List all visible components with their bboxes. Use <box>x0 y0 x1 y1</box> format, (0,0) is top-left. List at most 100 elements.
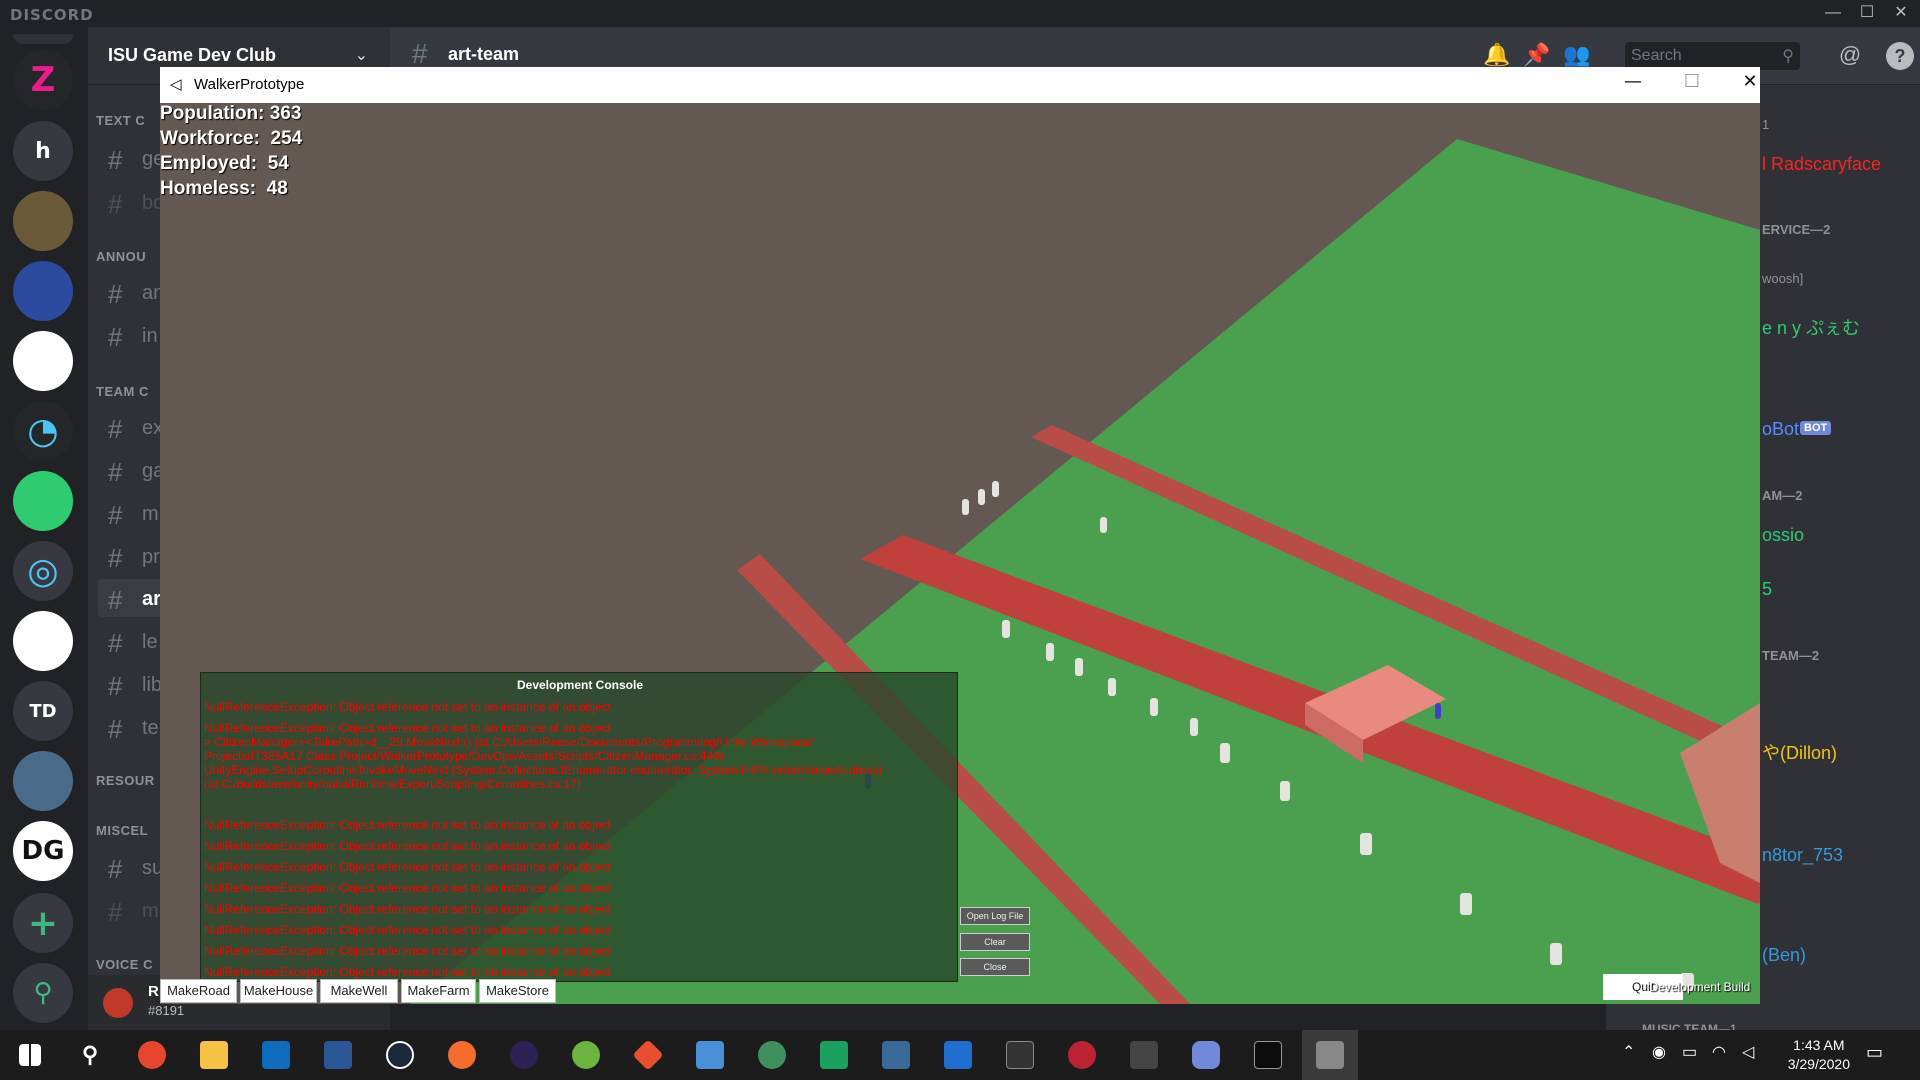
battery-icon[interactable]: ▭ <box>1682 1042 1697 1062</box>
sql-icon[interactable] <box>992 1030 1048 1080</box>
make-road-button[interactable]: MakeRoad <box>160 979 237 1003</box>
volume-icon[interactable]: ◁ <box>1742 1042 1754 1062</box>
chevron-down-icon[interactable]: ⌄ <box>355 45 368 65</box>
open-log-file-button[interactable]: Open Log File <box>960 907 1030 925</box>
category-resources[interactable]: RESOUR <box>96 773 155 788</box>
member-name[interactable]: 5 <box>1762 579 1772 600</box>
member-name[interactable]: (Ben) <box>1762 945 1806 966</box>
hud-workforce: Workforce: 254 <box>160 128 303 149</box>
pin-icon[interactable]: 📌 <box>1523 42 1551 70</box>
app-green-icon[interactable] <box>806 1030 862 1080</box>
server-icon-fml[interactable] <box>13 331 73 391</box>
network-globe-icon[interactable] <box>744 1030 800 1080</box>
git-icon[interactable] <box>620 1030 676 1080</box>
notepad-icon[interactable] <box>930 1030 986 1080</box>
server-icon-h[interactable]: h <box>13 121 73 181</box>
windows-taskbar: ⚲ ⌃ ◉ ▭ ◠ ◁ 1:43 AM 3/29/2020 ▭ <box>0 1030 1920 1080</box>
close-icon[interactable]: ✕ <box>1884 0 1918 27</box>
make-house-button[interactable]: MakeHouse <box>240 979 317 1003</box>
origin-icon[interactable] <box>434 1030 490 1080</box>
windows-start-icon[interactable] <box>2 1030 58 1080</box>
category-misc[interactable]: MISCEL <box>96 823 148 838</box>
hash-icon: # <box>108 322 123 352</box>
server-name: ISU Game Dev Club <box>108 45 277 65</box>
notifications-icon[interactable]: ▭ <box>1866 1042 1883 1063</box>
discord-tray-icon[interactable]: ◉ <box>1652 1042 1666 1062</box>
close-console-button[interactable]: Close <box>960 958 1030 976</box>
category-announcements[interactable]: ANNOU <box>96 249 146 264</box>
server-icon[interactable] <box>13 34 73 44</box>
member-count: 1 <box>1762 117 1770 132</box>
wall-post <box>992 481 999 497</box>
hash-icon: # <box>108 145 123 175</box>
server-icon-ring[interactable]: ◔ <box>13 401 73 461</box>
minimize-icon[interactable]: — <box>1610 71 1656 99</box>
hash-icon: # <box>108 279 123 309</box>
server-icon-dg[interactable]: DG <box>13 821 73 881</box>
server-icon-gamejam[interactable] <box>13 261 73 321</box>
user-tag: #8191 <box>148 1003 185 1018</box>
make-farm-button[interactable]: MakeFarm <box>401 979 476 1003</box>
maximize-icon[interactable]: ☐ <box>1850 0 1884 27</box>
make-well-button[interactable]: MakeWell <box>320 979 398 1003</box>
game-window: ◁ WalkerPrototype — ☐ ✕ Population: 363 … <box>160 67 1760 1004</box>
web-icon[interactable] <box>1054 1030 1110 1080</box>
unity-icon[interactable] <box>1116 1030 1172 1080</box>
server-icon-photo[interactable] <box>13 751 73 811</box>
server-icon-green[interactable] <box>13 471 73 531</box>
desktop: DISCORD — ☐ ✕ Z h ◔ ◎ TD DG + ⚲ ISU Game… <box>0 0 1920 1080</box>
avatar[interactable] <box>103 988 133 1018</box>
member-name[interactable]: l Radscaryface <box>1762 154 1881 175</box>
server-list: Z h ◔ ◎ TD DG + ⚲ <box>0 27 88 1030</box>
bell-icon[interactable]: 🔔 <box>1483 42 1511 70</box>
make-store-button[interactable]: MakeStore <box>479 979 556 1003</box>
member-name[interactable]: ossio <box>1762 525 1804 546</box>
eclipse-icon[interactable] <box>496 1030 552 1080</box>
members-icon[interactable]: 👥 <box>1563 42 1591 70</box>
server-icon-td[interactable]: TD <box>13 681 73 741</box>
bot-badge: BOT <box>1800 421 1832 435</box>
wall-post <box>1075 658 1083 676</box>
outlook-icon[interactable] <box>248 1030 304 1080</box>
explore-servers-icon[interactable]: ⚲ <box>13 963 73 1023</box>
hud-employed: Employed: 54 <box>160 153 289 174</box>
chrome-icon[interactable] <box>124 1030 180 1080</box>
close-icon[interactable]: ✕ <box>1727 71 1760 99</box>
category-text[interactable]: TEXT C <box>96 113 145 128</box>
wifi-icon[interactable]: ◠ <box>1712 1042 1726 1062</box>
clear-button[interactable]: Clear <box>960 933 1030 951</box>
mention-icon[interactable]: @ <box>1836 42 1864 70</box>
steam-icon[interactable] <box>372 1030 428 1080</box>
member-name[interactable]: oBot <box>1762 419 1799 440</box>
terminal-icon[interactable] <box>1240 1030 1296 1080</box>
console-line: NullReferenceException: Object reference… <box>204 721 611 735</box>
file-explorer-icon[interactable] <box>186 1030 242 1080</box>
member-name[interactable]: e n y ぷぇむ <box>1762 314 1860 340</box>
member-name[interactable]: や(Dillon) <box>1762 739 1837 765</box>
app-leaf-icon[interactable] <box>558 1030 614 1080</box>
unity-game-icon[interactable] <box>1302 1030 1358 1080</box>
channel-title: art-team <box>448 44 520 64</box>
mysql-workbench-icon[interactable] <box>868 1030 924 1080</box>
hash-icon: # <box>108 189 123 219</box>
server-icon-target[interactable]: ◎ <box>13 541 73 601</box>
add-server-icon[interactable]: + <box>13 893 73 953</box>
clock-time: 1:43 AM <box>1793 1037 1845 1053</box>
help-icon[interactable]: ? <box>1886 42 1914 70</box>
chevron-up-icon[interactable]: ⌃ <box>1622 1042 1635 1062</box>
discord-icon[interactable] <box>1178 1030 1234 1080</box>
minimize-icon[interactable]: — <box>1816 0 1850 27</box>
search-icon[interactable]: ⚲ <box>62 1030 118 1080</box>
hud-homeless: Homeless: 48 <box>160 178 288 199</box>
server-icon-z[interactable]: Z <box>13 50 73 110</box>
search-input[interactable]: Search ⚲ <box>1625 42 1800 70</box>
server-icon-avatar[interactable] <box>13 191 73 251</box>
member-name[interactable]: n8tor_753 <box>1762 845 1843 866</box>
remote-desktop-icon[interactable] <box>682 1030 738 1080</box>
category-team[interactable]: TEAM C <box>96 384 149 399</box>
maximize-icon[interactable]: ☐ <box>1669 71 1715 99</box>
clock[interactable]: 1:43 AM 3/29/2020 <box>1788 1036 1850 1074</box>
category-voice[interactable]: VOICE C <box>96 957 153 972</box>
server-icon-talk[interactable] <box>13 611 73 671</box>
word-icon[interactable] <box>310 1030 366 1080</box>
